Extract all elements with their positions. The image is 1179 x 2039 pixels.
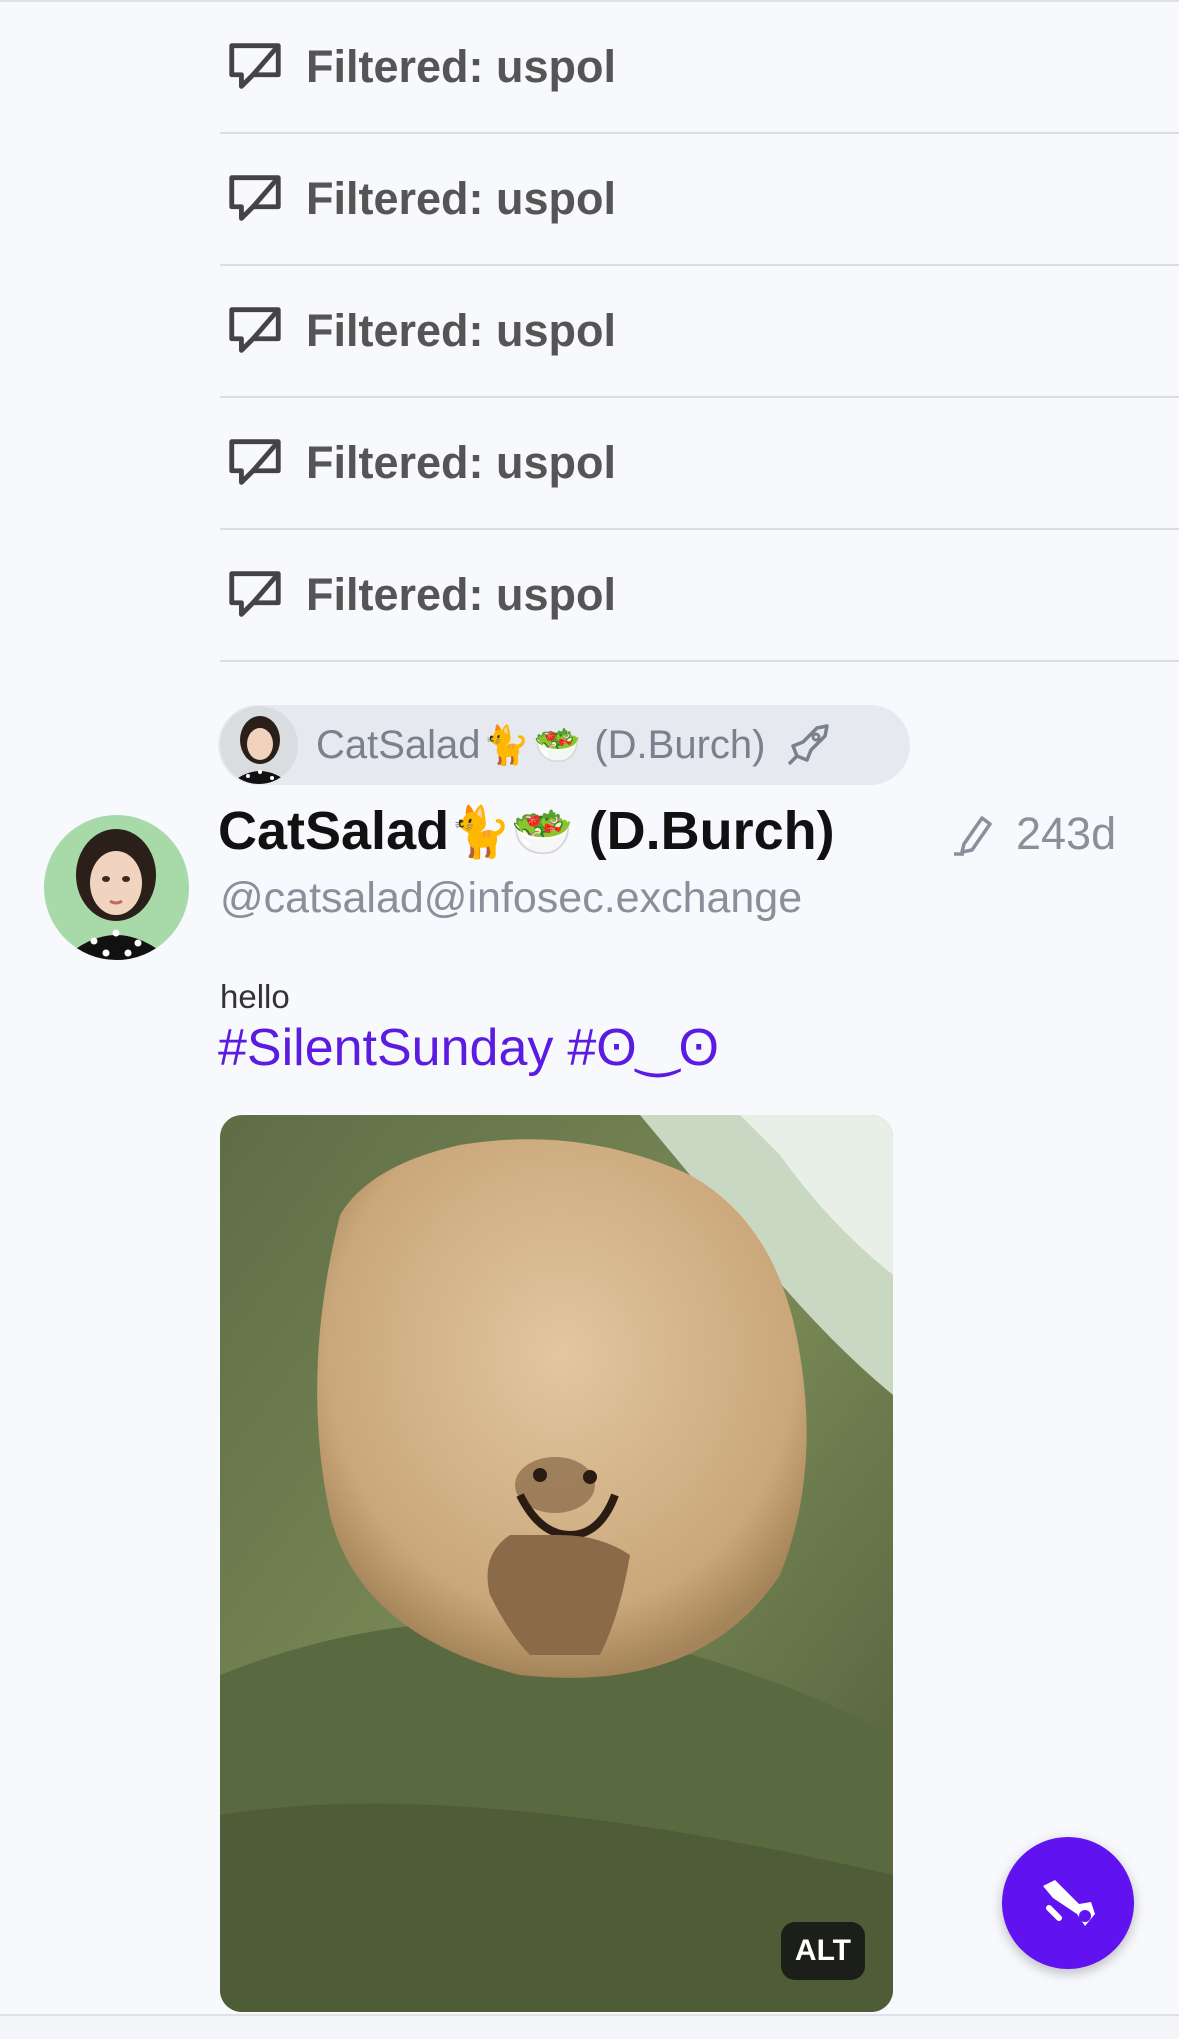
hashtag-link[interactable]: #ʘ‿ʘ (567, 1019, 719, 1077)
filtered-label: Filtered: uspol (306, 41, 617, 92)
booster-avatar[interactable] (220, 706, 298, 784)
post-age: 243d (1016, 808, 1117, 859)
filtered-label: Filtered: uspol (306, 305, 617, 356)
pencil-icon (954, 816, 992, 856)
filtered-post[interactable]: Filtered: uspol (220, 134, 1179, 266)
hashtags: #SilentSunday #ʘ‿ʘ (218, 1018, 733, 1078)
post-media-image[interactable]: ALT (220, 1115, 893, 2012)
filtered-post[interactable]: Filtered: uspol (220, 530, 1179, 662)
post-timestamp[interactable]: 243d (950, 808, 1116, 860)
author-avatar[interactable] (44, 815, 189, 960)
boosted-by-pill[interactable]: CatSalad🐈 🥗 (D.Burch) (218, 705, 910, 785)
filter-chat-icon (229, 43, 281, 89)
compose-button[interactable] (1002, 1837, 1134, 1969)
rocket-icon (788, 724, 830, 766)
filter-chat-icon (229, 175, 281, 221)
filter-chat-icon (229, 571, 281, 617)
hashtag-link[interactable]: #SilentSunday (218, 1019, 553, 1077)
filter-chat-icon (229, 307, 281, 353)
filtered-label: Filtered: uspol (306, 569, 617, 620)
author-display-name[interactable]: CatSalad🐈🥗 (D.Burch) (218, 800, 835, 862)
filtered-post[interactable]: Filtered: uspol (220, 398, 1179, 530)
filtered-post[interactable]: Filtered: uspol (220, 2, 1179, 134)
trumpet-icon (1043, 1880, 1095, 1926)
booster-name: CatSalad🐈 🥗 (D.Burch) (316, 722, 766, 767)
author-handle[interactable]: @catsalad@infosec.exchange (220, 874, 802, 923)
filter-chat-icon (229, 439, 281, 485)
alt-text-badge[interactable]: ALT (780, 1922, 865, 1980)
bottom-nav-bar (0, 2014, 1179, 2039)
filtered-label: Filtered: uspol (306, 437, 617, 488)
mushroom-photo (220, 1115, 893, 2012)
post-text: hello (220, 978, 290, 1015)
filtered-post[interactable]: Filtered: uspol (220, 266, 1179, 398)
filtered-label: Filtered: uspol (306, 173, 617, 224)
